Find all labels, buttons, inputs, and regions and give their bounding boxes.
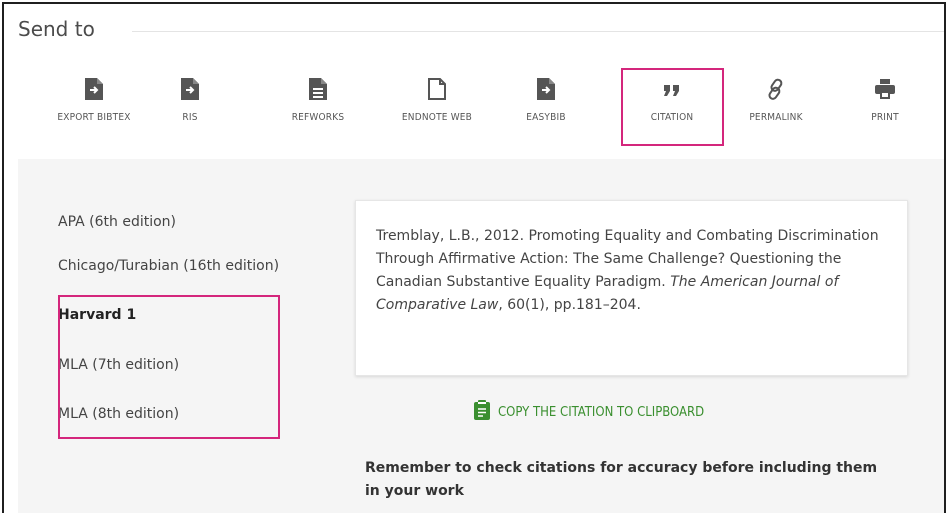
print-button[interactable]: PRINT	[830, 76, 940, 123]
document-icon	[307, 76, 329, 102]
send-to-window: Send to EXPORT BIBTEX RIS REFWORKS ENDNO…	[2, 2, 946, 513]
tool-label: ENDNOTE WEB	[401, 112, 473, 123]
styles-highlight-box	[58, 295, 280, 439]
printer-icon	[874, 76, 896, 102]
copy-citation-label: COPY THE CITATION TO CLIPBOARD	[498, 404, 705, 420]
style-apa-6[interactable]: APA (6th edition)	[58, 214, 176, 230]
link-icon	[765, 76, 787, 102]
document-outline-icon	[426, 76, 448, 102]
send-to-toolbar: EXPORT BIBTEX RIS REFWORKS ENDNOTE WEB E…	[4, 76, 944, 156]
export-bibtex-button[interactable]: EXPORT BIBTEX	[39, 76, 149, 123]
tool-label: RIS	[182, 112, 198, 123]
file-export-icon	[179, 76, 201, 102]
citation-volume-pages: , 60(1), pp.181–204.	[498, 297, 641, 313]
permalink-button[interactable]: PERMALINK	[721, 76, 831, 123]
citation-text-box[interactable]: Tremblay, L.B., 2012. Promoting Equality…	[355, 200, 908, 376]
tool-label: PRINT	[871, 112, 899, 123]
title-divider	[132, 31, 944, 32]
citation-highlight-box	[621, 68, 724, 146]
file-export-icon	[535, 76, 557, 102]
file-export-icon	[83, 76, 105, 102]
accuracy-reminder: Remember to check citations for accuracy…	[365, 460, 878, 499]
tool-label: EXPORT BIBTEX	[57, 112, 131, 123]
tool-label: REFWORKS	[291, 112, 345, 123]
easybib-button[interactable]: EASYBIB	[491, 76, 601, 123]
style-chicago-16[interactable]: Chicago/Turabian (16th edition)	[58, 258, 279, 274]
tool-label: PERMALINK	[749, 112, 803, 123]
send-to-header: Send to	[4, 4, 944, 48]
refworks-button[interactable]: REFWORKS	[263, 76, 373, 123]
tool-label: EASYBIB	[526, 112, 566, 123]
copy-citation-button[interactable]: COPY THE CITATION TO CLIPBOARD	[474, 400, 704, 424]
section-title: Send to	[18, 17, 95, 41]
clipboard-icon	[474, 400, 490, 424]
endnote-web-button[interactable]: ENDNOTE WEB	[382, 76, 492, 123]
ris-button[interactable]: RIS	[135, 76, 245, 123]
